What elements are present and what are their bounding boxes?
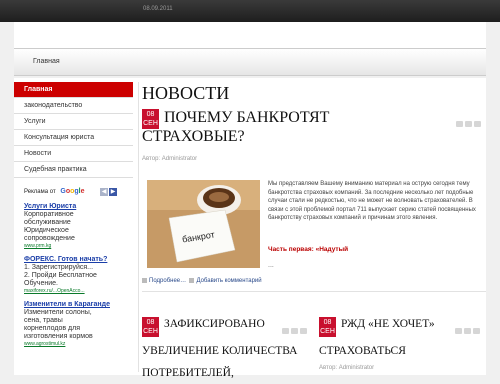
- page-content: Главная законодательство Услуги Консульт…: [14, 78, 486, 379]
- ad-item[interactable]: Услуги Юриста Корпоративное обслуживание…: [24, 203, 132, 250]
- ad-text: сена, травы: [24, 317, 63, 324]
- ad-title[interactable]: Изменители в Караганде: [24, 301, 132, 309]
- article-title-line[interactable]: РЖД «НЕ ХОЧЕТ»: [341, 318, 435, 331]
- article-links: Подробнее… Добавить комментарий: [142, 278, 262, 284]
- ad-text: корнеплодов для: [24, 325, 80, 332]
- date-day: 08: [146, 111, 155, 118]
- article-series-link[interactable]: Часть первая: «Надутый: [268, 246, 348, 253]
- ad-url[interactable]: www.prm.kg: [24, 243, 132, 250]
- ad-item[interactable]: Изменители в Караганде Изменители солоны…: [24, 301, 132, 348]
- ad-text: Корпоративное: [24, 211, 74, 218]
- article-title[interactable]: ПОЧЕМУ БАНКРОТЯТ: [164, 108, 329, 127]
- sidebar-item-services[interactable]: Услуги: [14, 114, 133, 130]
- sidebar-menu: Главная законодательство Услуги Консульт…: [14, 82, 133, 178]
- main-nav: Главная: [14, 48, 486, 76]
- article-title-line[interactable]: СТРАХОВАТЬСЯ: [319, 340, 406, 362]
- ad-text: обслуживание: [24, 219, 71, 226]
- article-ellipsis: ...: [268, 262, 274, 269]
- article-tools: [454, 114, 481, 132]
- article-image-graphic: [147, 180, 260, 268]
- sidebar-item-court-practice[interactable]: Судебная практика: [14, 162, 133, 178]
- ad-title[interactable]: Услуги Юриста: [24, 203, 132, 211]
- article-title[interactable]: РЖД «НЕ ХОЧЕТ»: [341, 318, 435, 331]
- article-title-line[interactable]: УВЕЛИЧЕНИЕ КОЛИЧЕСТВА: [142, 340, 297, 362]
- email-icon[interactable]: [300, 328, 307, 334]
- article-title-line[interactable]: ЗАФИКСИРОВАНО: [164, 318, 265, 331]
- email-icon[interactable]: [473, 328, 480, 334]
- section-divider: [142, 291, 486, 292]
- ad-header-label: Реклама от: [24, 189, 56, 195]
- comment-icon: [189, 278, 195, 283]
- article-title-line[interactable]: СТРАХОВЫЕ?: [142, 127, 245, 146]
- read-more-link[interactable]: Подробнее…: [149, 278, 186, 284]
- more-icon: [142, 278, 147, 283]
- email-icon[interactable]: [474, 121, 481, 127]
- article-image: банкрот: [147, 180, 260, 268]
- ad-title[interactable]: ФОРЕКС. Готов начать?: [24, 256, 132, 264]
- article-title[interactable]: СТРАХОВЫЕ?: [142, 127, 245, 146]
- print-icon[interactable]: [464, 328, 471, 334]
- column-divider: [138, 82, 139, 372]
- article-title[interactable]: ЗАФИКСИРОВАНО: [164, 318, 265, 331]
- ad-header: Реклама от Google ◀ ▶: [24, 187, 132, 197]
- article-author: Автор: Administrator: [142, 156, 198, 162]
- date-day: 08: [323, 319, 332, 326]
- ad-text: 2. Пройди Бесплатное: [24, 272, 97, 279]
- sidebar-item-consultation[interactable]: Консультация юриста: [14, 130, 133, 146]
- date-badge: 08 СЕН: [142, 317, 159, 337]
- ad-text: Юридическое: [24, 227, 69, 234]
- top-bar: 08.09.2011: [0, 0, 500, 22]
- print-icon[interactable]: [465, 121, 472, 127]
- add-comment-link[interactable]: Добавить комментарий: [196, 278, 261, 284]
- ad-item[interactable]: ФОРЕКС. Готов начать? 1. Зарегистрируйся…: [24, 256, 132, 295]
- article-author: Автор: Administrator: [319, 365, 375, 371]
- ad-url[interactable]: maxiforex.ru/...OpenAcco...: [24, 288, 132, 295]
- article-tools: [453, 321, 480, 339]
- print-icon[interactable]: [291, 328, 298, 334]
- ad-text: сопровождение: [24, 235, 75, 242]
- ad-pager: ◀ ▶: [100, 187, 118, 197]
- date-month: СЕН: [143, 328, 158, 335]
- date-month: СЕН: [320, 328, 335, 335]
- arrow-left-icon[interactable]: ◀: [100, 188, 108, 196]
- article-title[interactable]: СТРАХОВАТЬСЯ: [319, 340, 406, 362]
- ad-text: Изменители солоны,: [24, 309, 92, 316]
- article-title-line[interactable]: ПОЧЕМУ БАНКРОТЯТ: [164, 108, 329, 127]
- arrow-right-icon[interactable]: ▶: [109, 188, 117, 196]
- ad-text: изготовления кормов: [24, 333, 93, 340]
- date-day: 08: [146, 319, 155, 326]
- google-logo: Google: [60, 188, 85, 195]
- date-badge: 08 СЕН: [319, 317, 336, 337]
- pdf-icon[interactable]: [456, 121, 463, 127]
- ad-text: 1. Зарегистрируйся...: [24, 264, 94, 271]
- sidebar-item-legislation[interactable]: законодательство: [14, 98, 133, 114]
- ad-block: Реклама от Google ◀ ▶ Услуги Юриста Корпо…: [24, 187, 132, 348]
- ad-url[interactable]: www.agrostimul.kz: [24, 341, 132, 348]
- article-title[interactable]: УВЕЛИЧЕНИЕ КОЛИЧЕСТВА ПОТРЕБИТЕЛЕЙ,: [142, 340, 297, 384]
- article-tools: [280, 321, 307, 339]
- nav-item-home[interactable]: Главная: [33, 58, 60, 65]
- pdf-icon[interactable]: [282, 328, 289, 334]
- ad-text: Обучение.: [24, 280, 58, 287]
- date-badge: 08 СЕН: [142, 109, 159, 129]
- header-date: 08.09.2011: [143, 6, 173, 12]
- sidebar-item-home[interactable]: Главная: [14, 82, 133, 98]
- article-body: Мы представляем Вашему вниманию материал…: [268, 181, 476, 221]
- pdf-icon[interactable]: [455, 328, 462, 334]
- sidebar-item-news[interactable]: Новости: [14, 146, 133, 162]
- article-title-line[interactable]: ПОТРЕБИТЕЛЕЙ,: [142, 362, 297, 384]
- site-header: [14, 22, 486, 48]
- page-title: НОВОСТИ: [142, 83, 230, 103]
